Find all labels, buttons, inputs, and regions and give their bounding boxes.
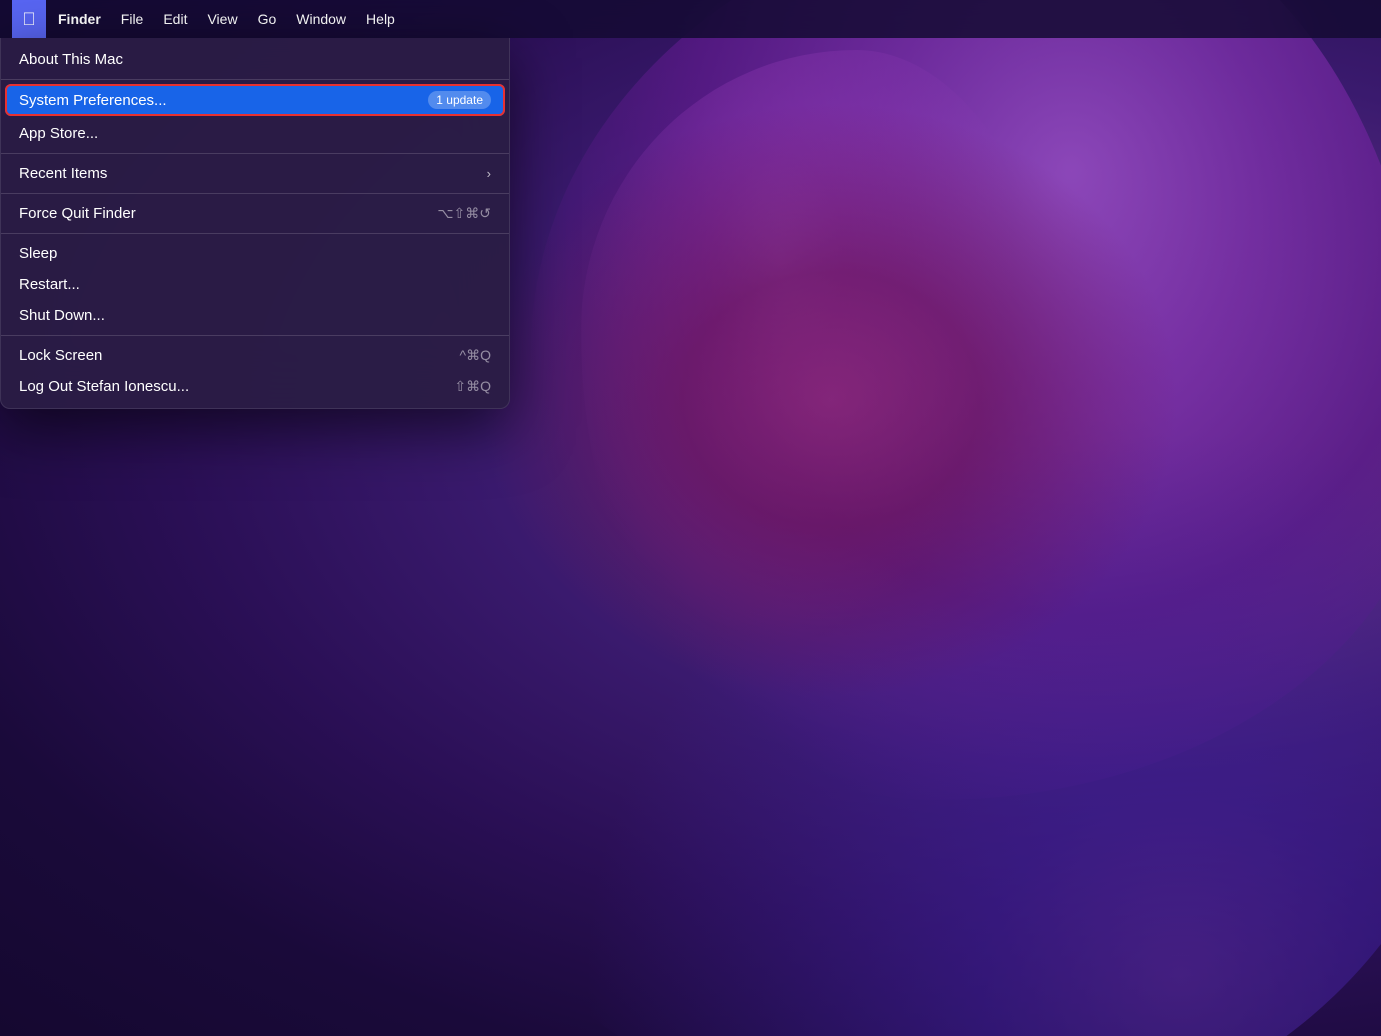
menu-separator-1 — [1, 79, 509, 80]
menubar-item-finder[interactable]: Finder — [50, 7, 109, 31]
menu-item-about[interactable]: About This Mac — [1, 44, 509, 75]
menubar-item-window[interactable]: Window — [288, 7, 354, 31]
apple-dropdown-menu: About This Mac System Preferences... 1 u… — [0, 38, 510, 409]
menubar-items: Finder File Edit View Go Window Help — [50, 7, 403, 31]
menubar-item-edit[interactable]: Edit — [155, 7, 195, 31]
menu-item-about-label: About This Mac — [19, 51, 123, 68]
lock-screen-shortcut: ^⌘Q — [460, 347, 491, 364]
menu-item-restart-label: Restart... — [19, 276, 80, 293]
menu-item-restart[interactable]: Restart... — [1, 269, 509, 300]
menubar-item-file[interactable]: File — [113, 7, 152, 31]
menu-item-system-prefs[interactable]: System Preferences... 1 update — [5, 84, 505, 116]
logout-shortcut: ⇧⌘Q — [454, 378, 491, 395]
menu-item-lock-screen-label: Lock Screen — [19, 347, 102, 364]
menu-item-logout-label: Log Out Stefan Ionescu... — [19, 378, 189, 395]
wave-decoration-1 — [481, 336, 1381, 1036]
menu-item-force-quit-label: Force Quit Finder — [19, 205, 136, 222]
submenu-arrow-icon: › — [487, 166, 491, 181]
menu-separator-5 — [1, 335, 509, 336]
menu-item-app-store[interactable]: App Store... — [1, 118, 509, 149]
menu-separator-3 — [1, 193, 509, 194]
menu-item-recent-items[interactable]: Recent Items › — [1, 158, 509, 189]
menubar:  Finder File Edit View Go Window Help — [0, 0, 1381, 38]
menu-item-logout[interactable]: Log Out Stefan Ionescu... ⇧⌘Q — [1, 371, 509, 402]
menu-item-shutdown-label: Shut Down... — [19, 307, 105, 324]
menu-item-sleep[interactable]: Sleep — [1, 238, 509, 269]
menu-item-lock-screen[interactable]: Lock Screen ^⌘Q — [1, 340, 509, 371]
apple-menu-button[interactable]:  — [12, 0, 46, 38]
menu-item-sleep-label: Sleep — [19, 245, 57, 262]
menubar-item-help[interactable]: Help — [358, 7, 403, 31]
menubar-item-go[interactable]: Go — [250, 7, 285, 31]
system-prefs-update-badge: 1 update — [428, 91, 491, 109]
menu-item-shutdown[interactable]: Shut Down... — [1, 300, 509, 331]
apple-logo-icon:  — [22, 10, 36, 28]
menu-item-recent-items-label: Recent Items — [19, 165, 107, 182]
menu-item-force-quit[interactable]: Force Quit Finder ⌥⇧⌘↺ — [1, 198, 509, 229]
menu-item-app-store-label: App Store... — [19, 125, 98, 142]
menu-item-system-prefs-label: System Preferences... — [19, 92, 167, 109]
menu-separator-2 — [1, 153, 509, 154]
menu-separator-4 — [1, 233, 509, 234]
wave-decoration-2 — [581, 50, 1081, 750]
menubar-item-view[interactable]: View — [199, 7, 245, 31]
force-quit-shortcut: ⌥⇧⌘↺ — [437, 205, 491, 222]
